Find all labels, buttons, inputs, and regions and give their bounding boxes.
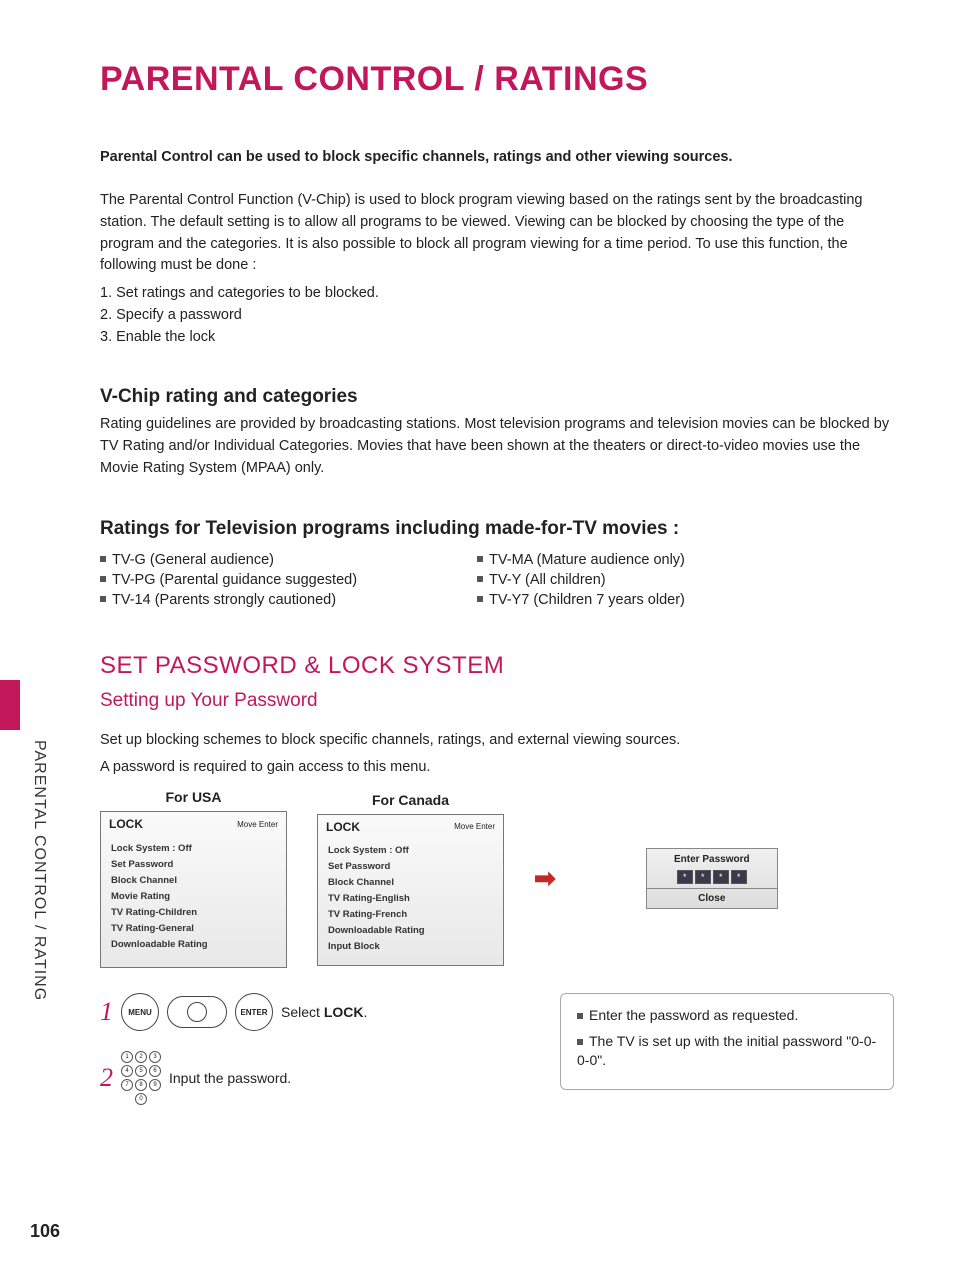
pw-star-icon: * — [713, 870, 729, 884]
step1-text: Select LOCK. — [281, 1004, 367, 1020]
canada-menu-nav: Move Enter — [454, 822, 495, 831]
bullet-icon — [477, 576, 483, 582]
arrow-right-icon: ➡ — [534, 863, 556, 894]
vchip-text: Rating guidelines are provided by broadc… — [100, 414, 894, 479]
enter-button-icon: ENTER — [235, 993, 273, 1031]
note-2: The TV is set up with the initial passwo… — [577, 1033, 876, 1069]
list-item: TV-G (General audience) — [100, 552, 357, 568]
bullet-icon — [100, 596, 106, 602]
menu-item: Set Password — [111, 856, 276, 872]
intro-step-2: 2. Specify a password — [100, 305, 894, 327]
intro-step-3: 3. Enable the lock — [100, 327, 894, 349]
pw-star-icon: * — [731, 870, 747, 884]
step-number-2: 2 — [100, 1065, 113, 1091]
menu-item: Block Channel — [111, 872, 276, 888]
bullet-icon — [477, 556, 483, 562]
usa-caption: For USA — [100, 789, 287, 805]
setpw-p1: Set up blocking schemes to block specifi… — [100, 730, 894, 752]
vchip-heading: V-Chip rating and categories — [100, 386, 894, 408]
menu-item: Lock System : Off — [328, 843, 493, 859]
ratings-heading: Ratings for Television programs includin… — [100, 518, 894, 540]
menu-item — [111, 952, 276, 957]
pw-dialog-title: Enter Password — [647, 849, 777, 868]
list-item: TV-14 (Parents strongly cautioned) — [100, 592, 357, 608]
intro-paragraph: The Parental Control Function (V-Chip) i… — [100, 190, 894, 277]
intro-step-1: 1. Set ratings and categories to be bloc… — [100, 283, 894, 305]
menu-item: Lock System : Off — [111, 840, 276, 856]
canada-menu-box: LOCK Move Enter Lock System : Off Set Pa… — [317, 814, 504, 966]
list-item: TV-MA (Mature audience only) — [477, 552, 685, 568]
password-dialog: Enter Password * * * * Close — [646, 848, 778, 909]
list-item: TV-PG (Parental guidance suggested) — [100, 572, 357, 588]
menu-item: Set Password — [328, 859, 493, 875]
ratings-list-right: TV-MA (Mature audience only) TV-Y (All c… — [477, 552, 685, 612]
set-password-section: SET PASSWORD & LOCK SYSTEM — [100, 652, 894, 680]
menu-item: Input Block — [328, 939, 493, 955]
menu-item: Downloadable Rating — [111, 936, 276, 952]
pw-star-icon: * — [695, 870, 711, 884]
menu-item: TV Rating-English — [328, 891, 493, 907]
list-item: TV-Y7 (Children 7 years older) — [477, 592, 685, 608]
menu-item: TV Rating-Children — [111, 904, 276, 920]
note-1: Enter the password as requested. — [589, 1007, 798, 1023]
bullet-icon — [100, 556, 106, 562]
pw-star-icon: * — [677, 870, 693, 884]
canada-caption: For Canada — [317, 792, 504, 808]
page-number: 106 — [30, 1221, 60, 1242]
bullet-icon — [577, 1013, 583, 1019]
numpad-icon: 123 456 789 0 — [121, 1051, 161, 1105]
page-title: PARENTAL CONTROL / RATINGS — [100, 60, 894, 99]
notes-box: Enter the password as requested. The TV … — [560, 993, 894, 1090]
usa-menu-nav: Move Enter — [237, 820, 278, 829]
setting-up-subsection: Setting up Your Password — [100, 690, 894, 712]
menu-item: TV Rating-French — [328, 907, 493, 923]
usa-menu-box: LOCK Move Enter Lock System : Off Set Pa… — [100, 811, 287, 968]
setpw-p2: A password is required to gain access to… — [100, 757, 894, 779]
dpad-button-icon — [167, 996, 227, 1028]
step-number-1: 1 — [100, 999, 113, 1025]
menu-item: Downloadable Rating — [328, 923, 493, 939]
step2-text: Input the password. — [169, 1070, 291, 1086]
menu-item: TV Rating-General — [111, 920, 276, 936]
bullet-icon — [577, 1039, 583, 1045]
intro-bold: Parental Control can be used to block sp… — [100, 149, 894, 165]
bullet-icon — [477, 596, 483, 602]
usa-menu-title: LOCK — [109, 817, 143, 831]
ratings-list-left: TV-G (General audience) TV-PG (Parental … — [100, 552, 357, 612]
canada-menu-title: LOCK — [326, 820, 360, 834]
pw-stars-row: * * * * — [647, 868, 777, 888]
menu-item: Block Channel — [328, 875, 493, 891]
bullet-icon — [100, 576, 106, 582]
menu-button-icon: MENU — [121, 993, 159, 1031]
pw-dialog-close: Close — [647, 888, 777, 908]
menu-item: Movie Rating — [111, 888, 276, 904]
list-item: TV-Y (All children) — [477, 572, 685, 588]
